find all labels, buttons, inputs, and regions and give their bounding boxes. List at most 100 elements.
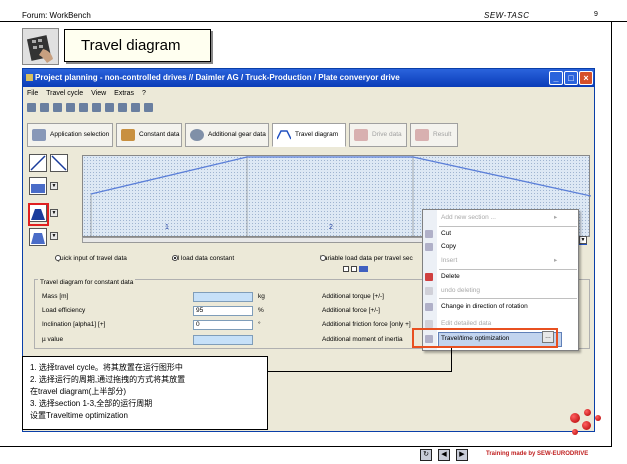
menu-item-delete[interactable]: Delete xyxy=(425,271,575,283)
previous-button[interactable]: ◀ xyxy=(438,449,450,461)
open-icon[interactable] xyxy=(39,103,49,112)
menu-view[interactable]: View xyxy=(91,90,106,97)
chevron-down-icon[interactable]: ▼ xyxy=(579,236,587,244)
return-button[interactable]: ↻ xyxy=(420,449,432,461)
window-title: Project planning - non-controlled drives… xyxy=(35,73,400,82)
ramp-down-shape-icon[interactable] xyxy=(50,154,68,172)
constant-shape-icon[interactable] xyxy=(29,177,47,195)
inclination-input[interactable]: 0 xyxy=(193,320,253,330)
menu-item-insert[interactable]: Insert ▸ xyxy=(437,255,575,267)
note-line: 在travel diagram(上半部分) xyxy=(30,387,127,396)
forum-label: Forum: WorkBench xyxy=(22,11,91,20)
options-button[interactable]: … xyxy=(542,331,554,343)
menu-item-cut[interactable]: Cut xyxy=(425,228,575,240)
callout-connector xyxy=(268,371,452,372)
tool-icon[interactable] xyxy=(78,103,88,112)
radio-label: Quick input of travel data xyxy=(55,255,127,262)
note-line: 2. 选择运行的周期,通过拖拽的方式将其放置 xyxy=(30,375,186,384)
minimize-button[interactable]: _ xyxy=(549,71,563,85)
instruction-note: 1. 选择travel cycle。将其放置在运行图形中 2. 选择运行的周期,… xyxy=(22,356,268,430)
next-button[interactable]: ▶ xyxy=(456,449,468,461)
tab-drive-data[interactable]: Drive data xyxy=(349,123,407,147)
constant-load-radio[interactable]: All load data constant xyxy=(172,255,234,262)
quick-input-radio[interactable]: Quick input of travel data xyxy=(55,255,127,262)
print-icon[interactable] xyxy=(65,103,75,112)
app-icon xyxy=(26,74,33,81)
maximize-button[interactable]: □ xyxy=(564,71,578,85)
tab-additional-gear-data[interactable]: Additional gear data xyxy=(185,123,269,147)
menu-help[interactable]: ? xyxy=(142,90,146,97)
menu-item-undo-deleting[interactable]: undo deleting xyxy=(425,285,575,297)
scissors-icon xyxy=(425,230,433,238)
menu-item-copy[interactable]: Copy xyxy=(425,241,575,253)
additional-force-label: Additional force [+/-] xyxy=(322,307,380,314)
edit-icon[interactable] xyxy=(358,266,368,272)
menu-travel-cycle[interactable]: Travel cycle xyxy=(46,90,83,97)
grid-icon[interactable] xyxy=(130,103,140,112)
tab-label: Result xyxy=(433,131,452,138)
variable-load-radio[interactable]: Variable load data per travel sec xyxy=(320,255,413,262)
footer-divider xyxy=(0,446,612,447)
menu-file[interactable]: File xyxy=(27,90,38,97)
menu-item-label: Cut xyxy=(441,230,452,237)
dot xyxy=(572,429,578,435)
chevron-down-icon[interactable]: ▼ xyxy=(50,182,58,190)
mu-value-input[interactable] xyxy=(193,335,253,345)
chart-icon[interactable] xyxy=(117,103,127,112)
menu-item-label: Edit detailed data xyxy=(441,320,492,327)
close-button[interactable]: × xyxy=(579,71,593,85)
velocity-profile-line[interactable] xyxy=(90,156,591,197)
note-line: 3. 选择section 1-3,全部的运行周期 xyxy=(30,399,153,408)
rotation-icon xyxy=(425,303,433,311)
load-efficiency-label: Load efficiency xyxy=(42,307,86,314)
tab-label: Constant data xyxy=(139,131,180,138)
mass-input[interactable] xyxy=(193,292,253,302)
toolbar xyxy=(23,101,594,115)
load-data-options: Quick input of travel data All load data… xyxy=(55,255,455,269)
tab-label: Application selection xyxy=(50,131,110,138)
menu-item-change-rotation[interactable]: Change in direction of rotation xyxy=(425,301,575,313)
menu-item-label: Add new section ... xyxy=(441,214,496,221)
tab-travel-diagram[interactable]: Travel diagram xyxy=(272,123,346,147)
mu-value-label: µ value xyxy=(42,336,64,343)
tab-application-selection[interactable]: Application selection xyxy=(27,123,113,147)
delete-icon xyxy=(425,273,433,281)
travel-time-optimization-highlight xyxy=(412,328,558,348)
mass-label: Mass [m] xyxy=(42,293,69,300)
application-icon xyxy=(32,129,46,141)
checkbox-icon[interactable] xyxy=(343,266,349,272)
trapezoid-variant-shape-icon[interactable] xyxy=(29,228,47,246)
ramp-up-shape-icon[interactable] xyxy=(29,154,47,172)
motor-icon[interactable] xyxy=(104,103,114,112)
page-number: 9 xyxy=(594,11,598,18)
save-icon[interactable] xyxy=(52,103,62,112)
checkbox-icon[interactable] xyxy=(350,266,357,272)
radio-circle xyxy=(55,255,61,261)
new-icon[interactable] xyxy=(27,103,36,112)
tab-bar: Application selection Constant data Addi… xyxy=(27,123,590,147)
section-label: 1 xyxy=(165,224,169,231)
chevron-down-icon[interactable]: ▼ xyxy=(50,232,58,240)
brand-label: SEW-TASC xyxy=(484,11,530,20)
settings-icon[interactable] xyxy=(143,103,153,112)
menu-item-label: undo deleting xyxy=(441,287,481,294)
menu-item-add-new-section[interactable]: Add new section ... ▸ xyxy=(437,212,575,224)
tab-result[interactable]: Result xyxy=(410,123,458,147)
dot xyxy=(570,413,580,423)
calculate-icon[interactable] xyxy=(91,103,101,112)
result-icon xyxy=(415,129,429,141)
slide-header: Forum: WorkBench SEW-TASC 9 xyxy=(0,0,627,20)
menu-extras[interactable]: Extras xyxy=(114,90,134,97)
diagram-icon xyxy=(276,129,292,141)
load-efficiency-input[interactable]: 95 xyxy=(193,306,253,316)
window-titlebar[interactable]: Project planning - non-controlled drives… xyxy=(23,69,594,87)
menu-bar: File Travel cycle View Extras ? xyxy=(23,87,594,100)
chevron-down-icon[interactable]: ▼ xyxy=(50,209,58,217)
menu-separator xyxy=(439,269,577,270)
additional-torque-label: Additional torque [+/-] xyxy=(322,293,384,300)
additional-friction-force-label: Additional friction force [only +] xyxy=(322,321,411,328)
slide-navigation: ↻ ◀ ▶ xyxy=(420,449,470,461)
tab-constant-data[interactable]: Constant data xyxy=(116,123,182,147)
mass-unit: kg xyxy=(258,293,265,300)
undo-icon xyxy=(425,287,433,295)
